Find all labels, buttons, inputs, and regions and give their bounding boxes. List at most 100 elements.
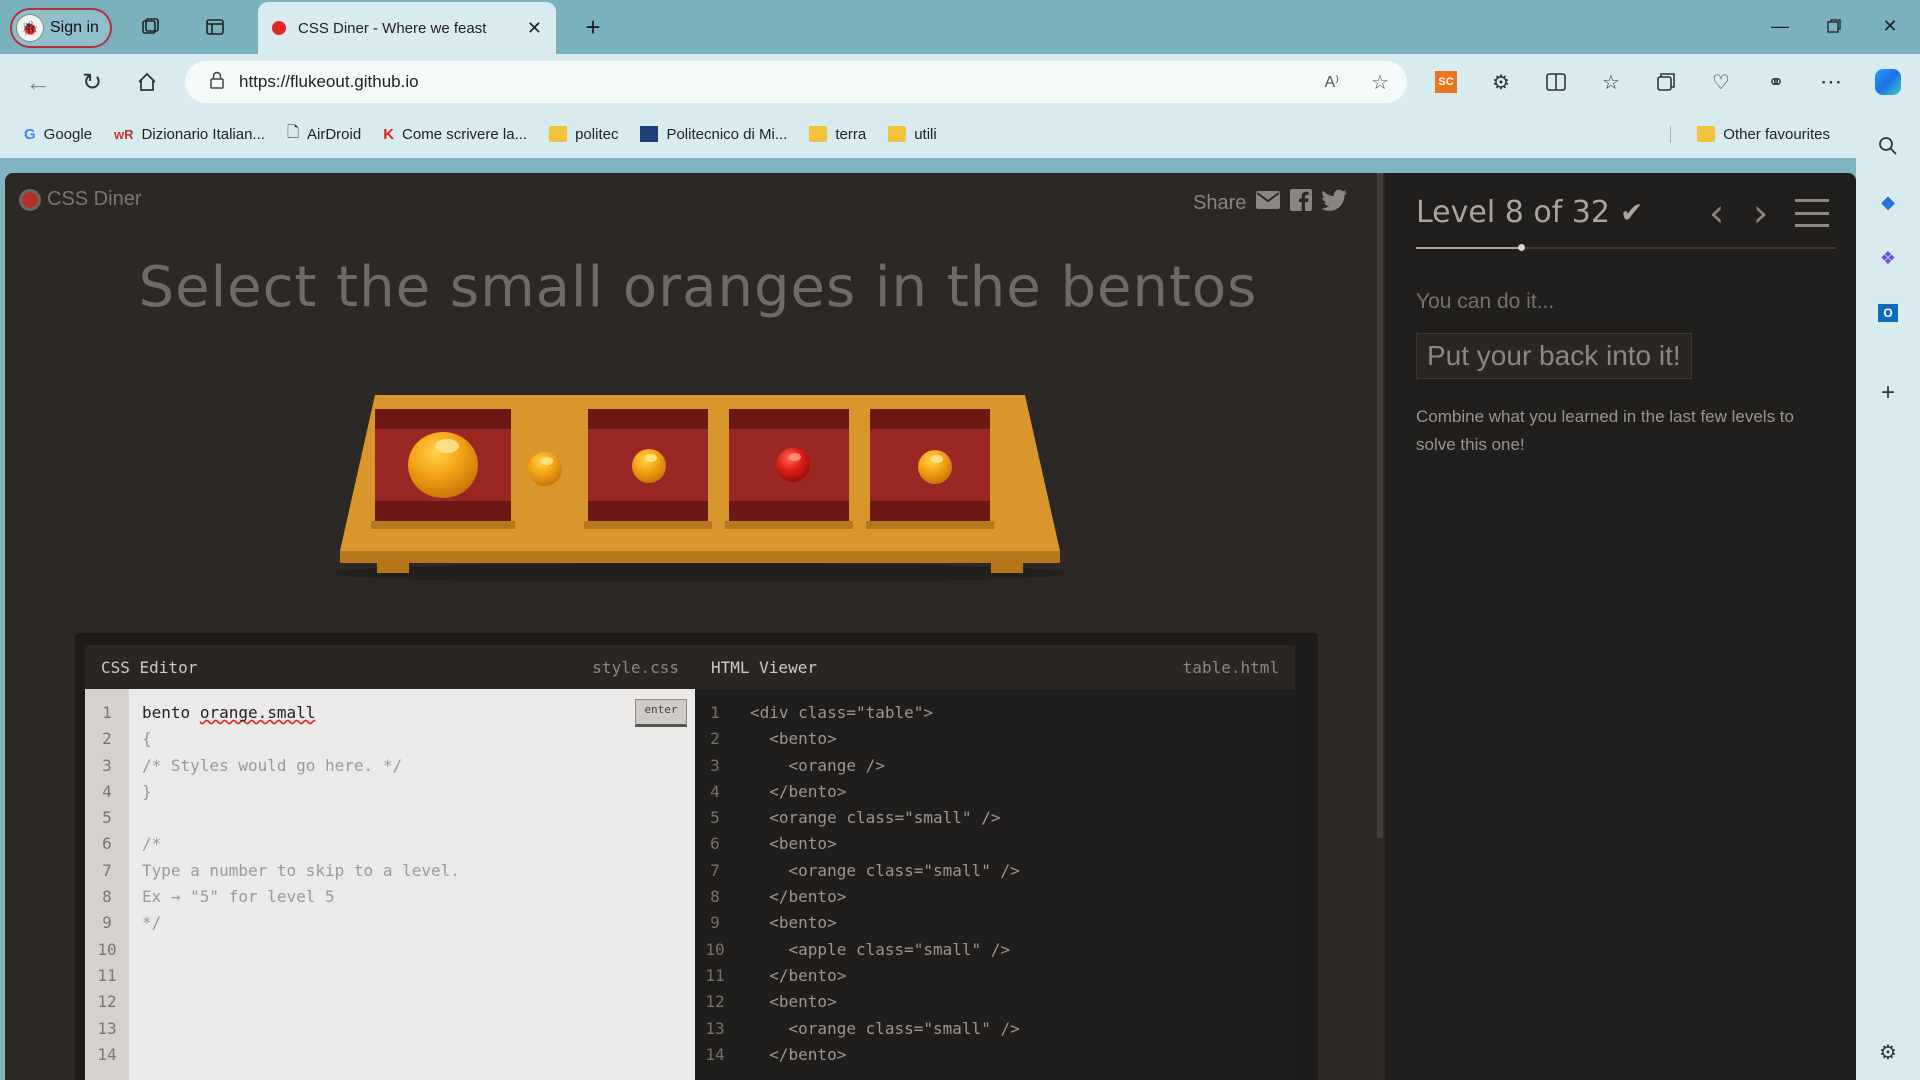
- bookmark-google[interactable]: G Google: [24, 126, 92, 143]
- html-markup: <div class="table"> <bento> <orange /> <…: [750, 700, 1020, 1068]
- browser-essentials-icon[interactable]: ♡: [1703, 64, 1739, 100]
- extension-sc-icon[interactable]: SC: [1428, 64, 1464, 100]
- css-code-line: /* Styles would go here. */: [142, 755, 403, 775]
- search-icon[interactable]: [1870, 128, 1906, 164]
- html-code-line[interactable]: </bento>: [750, 1042, 1020, 1068]
- bookmark-folder-utili[interactable]: utili: [888, 126, 937, 143]
- html-code-line[interactable]: </bento>: [750, 779, 1020, 805]
- line-number: 4: [710, 781, 720, 801]
- html-line-numbers: 1 2 3 4 5 6 7 8 9 10 11 12 13 14: [695, 700, 735, 1068]
- bookmark-airdroid[interactable]: 🗋 AirDroid: [287, 122, 361, 147]
- logo[interactable]: CSS Diner: [19, 188, 141, 211]
- bookmark-label: Other favourites: [1723, 125, 1830, 143]
- minimize-icon[interactable]: —: [1760, 8, 1800, 44]
- copilot-icon[interactable]: [1870, 64, 1906, 100]
- folder-icon: [888, 126, 907, 142]
- bookmark-politecnico[interactable]: Politecnico di Mi...: [640, 126, 787, 143]
- line-number: 10: [705, 939, 725, 959]
- html-code-line[interactable]: <orange class="small" />: [750, 1016, 1020, 1042]
- html-code-line[interactable]: <bento>: [750, 831, 1020, 857]
- css-code-line: [142, 1016, 682, 1042]
- favourites-icon[interactable]: ☆: [1593, 64, 1629, 100]
- add-sidebar-app-icon[interactable]: +: [1870, 375, 1906, 411]
- encouragement-text: You can do it...: [1416, 290, 1555, 313]
- vertical-tabs-icon[interactable]: [197, 9, 233, 45]
- orange-small-loose[interactable]: [528, 452, 562, 486]
- extensions-icon[interactable]: ⚙: [1483, 64, 1519, 100]
- html-code-line[interactable]: <orange />: [750, 753, 1020, 779]
- close-window-icon[interactable]: ✕: [1870, 8, 1910, 44]
- refresh-icon[interactable]: ↻: [74, 64, 110, 100]
- bookmark-come-scrivere[interactable]: K Come scrivere la...: [383, 126, 527, 143]
- html-code-line[interactable]: <div class="table">: [750, 700, 1020, 726]
- other-favourites[interactable]: Other favourites: [1670, 125, 1830, 143]
- css-code-line: Type a number to skip to a level.: [142, 860, 460, 880]
- collections-icon[interactable]: [1648, 64, 1684, 100]
- close-tab-icon[interactable]: ✕: [527, 18, 542, 39]
- share-label: Share: [1193, 191, 1247, 214]
- line-number: 14: [97, 1044, 117, 1064]
- css-code-line: {: [142, 729, 152, 749]
- shopping-tag-icon[interactable]: ◆: [1870, 184, 1906, 220]
- html-code-line[interactable]: <apple class="small" />: [750, 937, 1020, 963]
- html-code-line[interactable]: <bento>: [750, 989, 1020, 1015]
- css-line-numbers: 1 2 3 4 5 6 7 8 9 10 11 12 13 14: [85, 689, 129, 1080]
- line-number: 3: [102, 755, 112, 775]
- next-level-icon[interactable]: ›: [1753, 191, 1768, 235]
- css-code-line: /*: [142, 834, 162, 854]
- css-code-line: [142, 963, 682, 989]
- google-icon: G: [24, 125, 36, 143]
- workspaces-icon[interactable]: [132, 9, 168, 45]
- copilot-share-icon[interactable]: ⚭: [1758, 64, 1794, 100]
- sidebar-settings-icon[interactable]: ⚙: [1870, 1034, 1906, 1070]
- tab-title: CSS Diner - Where we feast: [298, 19, 487, 37]
- facebook-icon[interactable]: [1290, 189, 1313, 217]
- css-selector-input[interactable]: bento orange.small: [142, 700, 682, 726]
- html-code-line[interactable]: </bento>: [750, 884, 1020, 910]
- html-code-line[interactable]: <orange class="small" />: [750, 858, 1020, 884]
- back-icon[interactable]: ←: [20, 64, 56, 100]
- browser-toolbar: ← ↻ https://flukeout.github.io A⁾ ☆ SC ⚙…: [0, 54, 1920, 110]
- folder-icon: [549, 126, 568, 142]
- level-instruction: Select the small oranges in the bentos: [138, 255, 1258, 320]
- level-menu-icon[interactable]: [1795, 199, 1829, 227]
- previous-level-icon[interactable]: ‹: [1709, 191, 1724, 235]
- html-viewer-body: 1 2 3 4 5 6 7 8 9 10 11 12 13 14 <div class="table"> …: [695, 689, 1295, 1080]
- line-number: 9: [710, 913, 720, 933]
- new-tab-icon[interactable]: +: [575, 9, 611, 45]
- home-icon[interactable]: [129, 64, 165, 100]
- bookmark-dizionario[interactable]: wR Dizionario Italian...: [114, 126, 265, 143]
- enter-button[interactable]: enter: [635, 699, 687, 727]
- game-scrollbar[interactable]: [1377, 173, 1383, 838]
- more-menu-icon[interactable]: ⋯: [1813, 64, 1849, 100]
- css-editor-header: CSS Editor style.css: [85, 645, 695, 689]
- bookmark-folder-politec[interactable]: politec: [549, 126, 618, 143]
- favourite-star-icon[interactable]: ☆: [1371, 70, 1389, 95]
- read-aloud-icon[interactable]: A⁾: [1324, 72, 1339, 92]
- outlook-icon[interactable]: O: [1870, 295, 1906, 331]
- css-code-line: */: [142, 913, 162, 933]
- level-progress: [1416, 244, 1836, 251]
- css-code-line: }: [142, 781, 152, 801]
- copilot-sidebar-icon[interactable]: ❖: [1870, 240, 1906, 276]
- address-bar[interactable]: https://flukeout.github.io A⁾ ☆: [185, 61, 1407, 103]
- orange-small-in-bento[interactable]: [632, 449, 666, 483]
- orange-large[interactable]: [408, 432, 478, 498]
- bookmark-folder-terra[interactable]: terra: [809, 126, 866, 143]
- split-screen-icon[interactable]: [1538, 64, 1574, 100]
- editor: CSS Editor style.css HTML Viewer table.h…: [75, 633, 1318, 1080]
- restore-icon[interactable]: [1814, 8, 1854, 44]
- twitter-icon[interactable]: [1321, 189, 1348, 217]
- css-editor-title: CSS Editor: [101, 657, 198, 677]
- email-icon[interactable]: [1256, 191, 1281, 215]
- html-code-line[interactable]: <bento>: [750, 910, 1020, 936]
- html-code-line[interactable]: <orange class="small" />: [750, 805, 1020, 831]
- sign-in-button[interactable]: 🐞 Sign in: [10, 8, 112, 48]
- html-code-line[interactable]: </bento>: [750, 963, 1020, 989]
- level-indicator: Level 8 of 32: [1416, 195, 1610, 230]
- html-code-line[interactable]: <bento>: [750, 726, 1020, 752]
- css-diner-page: CSS Diner Share Select the small oranges…: [5, 173, 1856, 1080]
- apple-small-in-bento[interactable]: [776, 448, 810, 482]
- orange-small-in-bento-2[interactable]: [918, 450, 952, 484]
- tab-css-diner[interactable]: CSS Diner - Where we feast ✕: [258, 2, 556, 54]
